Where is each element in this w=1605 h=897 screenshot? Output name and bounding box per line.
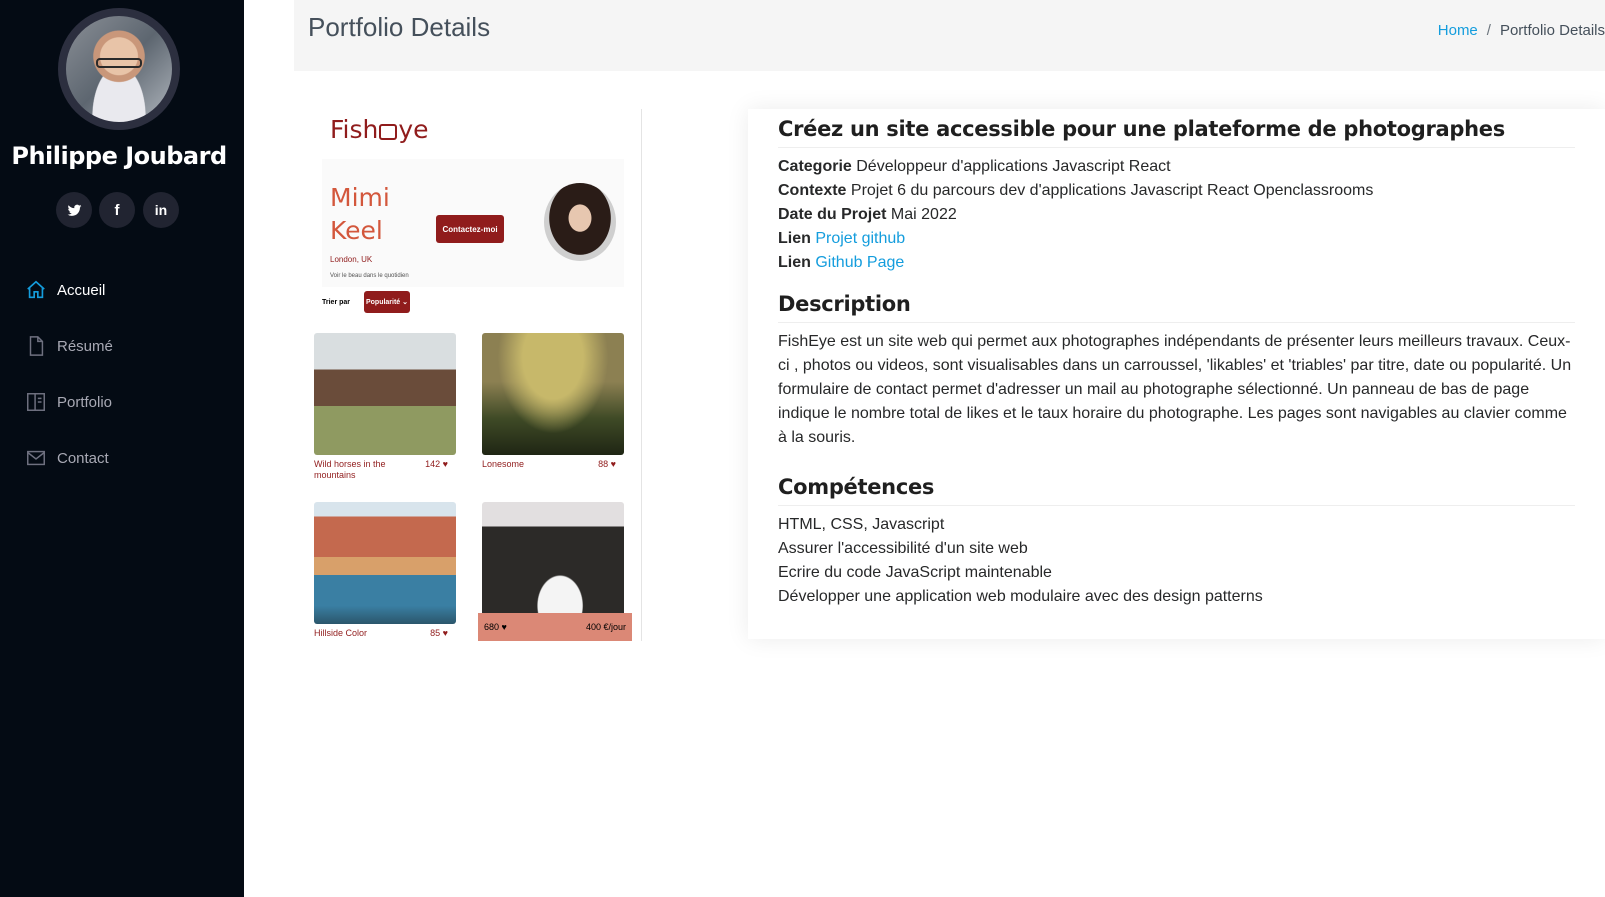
photographer-banner: Mimi Keel Contactez-moi London, UK Voir l… bbox=[322, 159, 624, 287]
likes-footer: 680 ♥ 400 €/jour bbox=[478, 613, 632, 641]
photo-wedding bbox=[482, 502, 624, 624]
sidebar-nav: Accueil Résumé Portfolio Contact bbox=[0, 262, 244, 486]
description-section: Description FishEye est un site web qui … bbox=[778, 292, 1575, 450]
breadcrumb-separator: / bbox=[1486, 22, 1491, 39]
facebook-icon[interactable]: f bbox=[99, 192, 135, 228]
portfolio-image: Fish ye Mimi Keel Contactez-moi London, UK… bbox=[306, 109, 642, 641]
page-header: Portfolio Details Home / Portfolio Details bbox=[294, 0, 1605, 71]
sort-button: Popularité ⌄ bbox=[364, 291, 410, 313]
contact-button: Contactez-moi bbox=[436, 215, 504, 243]
book-icon bbox=[27, 393, 45, 411]
skill-item: Ecrire du code JavaScript maintenable bbox=[778, 564, 1052, 581]
sidebar: Philippe Joubard f in Accueil Résumé Por… bbox=[0, 0, 244, 897]
portfolio-info-card: Créez un site accessible pour une platef… bbox=[748, 109, 1605, 639]
profile-name: Philippe Joubard bbox=[11, 142, 227, 170]
photographer-location: London, UK bbox=[330, 255, 373, 264]
photographer-name: Mimi Keel bbox=[330, 183, 390, 245]
meta-context: Contexte Projet 6 du parcours dev d'appl… bbox=[778, 182, 1374, 199]
avatar bbox=[58, 8, 180, 130]
file-icon bbox=[29, 336, 44, 356]
nav-item-contact[interactable]: Contact bbox=[0, 430, 244, 486]
skill-item: Assurer l'accessibilité d'un site web bbox=[778, 540, 1028, 557]
nav-label: Portfolio bbox=[57, 393, 113, 411]
description-title: Description bbox=[778, 292, 1575, 323]
description-text: FishEye est un site web qui permet aux p… bbox=[778, 333, 1572, 446]
nav-item-resume[interactable]: Résumé bbox=[0, 318, 244, 374]
photographer-portrait bbox=[544, 183, 616, 261]
skills-title: Compétences bbox=[778, 475, 1575, 506]
breadcrumb-current: Portfolio Details bbox=[1499, 22, 1605, 39]
linkedin-icon[interactable]: in bbox=[143, 192, 179, 228]
meta-date: Date du Projet Mai 2022 bbox=[778, 206, 957, 223]
skill-item: HTML, CSS, Javascript bbox=[778, 516, 945, 533]
project-meta: Categorie Développeur d'applications Jav… bbox=[778, 155, 1575, 275]
nav-item-portfolio[interactable]: Portfolio bbox=[0, 374, 244, 430]
github-project-link[interactable]: Projet github bbox=[815, 230, 905, 247]
envelope-icon bbox=[27, 450, 45, 466]
home-icon bbox=[27, 280, 45, 299]
photo-wild-horses bbox=[314, 333, 456, 455]
meta-link-github: Lien Projet github bbox=[778, 230, 906, 247]
photo-hillside-color bbox=[314, 502, 456, 624]
breadcrumb: Home / Portfolio Details bbox=[1438, 22, 1605, 39]
sort-label: Trier par bbox=[322, 299, 351, 306]
nav-label: Accueil bbox=[57, 281, 106, 299]
skills-section: Compétences HTML, CSS, Javascript Assure… bbox=[778, 475, 1575, 609]
skill-item: Développer une application web modulaire… bbox=[778, 588, 1263, 605]
nav-label: Contact bbox=[57, 449, 109, 467]
meta-category: Categorie Développeur d'applications Jav… bbox=[778, 158, 1171, 175]
project-info: Créez un site accessible pour une platef… bbox=[778, 117, 1575, 275]
photo-caption: Hillside Color 85 ♥ bbox=[314, 628, 448, 638]
photographer-tagline: Voir le beau dans le quotidien bbox=[330, 273, 409, 279]
photo-lonesome bbox=[482, 333, 624, 455]
breadcrumb-home-link[interactable]: Home bbox=[1438, 22, 1478, 39]
nav-item-accueil[interactable]: Accueil bbox=[0, 262, 244, 318]
project-title: Créez un site accessible pour une platef… bbox=[778, 117, 1575, 148]
twitter-icon[interactable] bbox=[56, 192, 92, 228]
photo-caption: Lonesome 88 ♥ bbox=[482, 459, 616, 469]
page-title: Portfolio Details bbox=[308, 12, 491, 42]
photo-caption: Wild horses in the mountains 142 ♥ bbox=[314, 459, 448, 480]
skills-list: HTML, CSS, Javascript Assurer l'accessib… bbox=[778, 513, 1575, 609]
fisheye-logo: Fish ye bbox=[330, 115, 429, 144]
nav-label: Résumé bbox=[57, 337, 113, 355]
